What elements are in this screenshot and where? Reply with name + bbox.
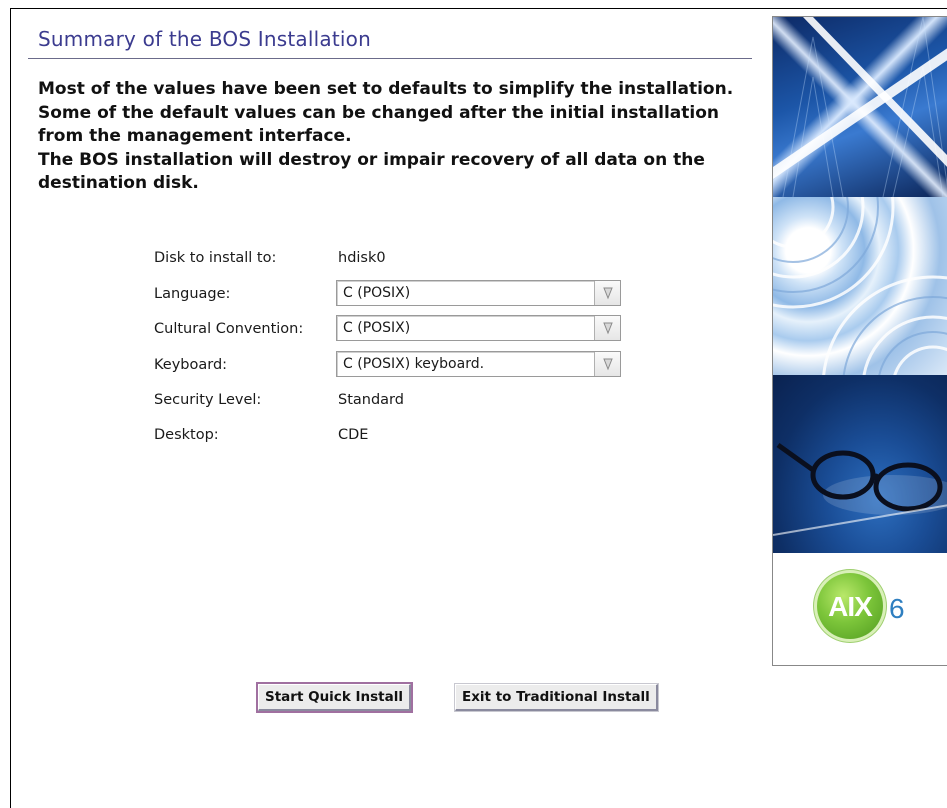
disk-value: hdisk0 [338, 250, 386, 266]
language-label: Language: [154, 286, 231, 302]
intro-text: Most of the values have been set to defa… [38, 78, 758, 196]
eyeglasses-art [773, 442, 947, 536]
exit-traditional-install-button[interactable]: Exit to Traditional Install [455, 684, 658, 711]
chevron-down-icon [603, 322, 613, 335]
skyscraper-image [773, 17, 947, 197]
keyboard-label: Keyboard: [154, 357, 228, 373]
circles-art [773, 197, 947, 375]
language-select[interactable]: C (POSIX) [336, 280, 621, 306]
chevron-down-icon [603, 287, 613, 300]
keyboard-select-value: C (POSIX) keyboard. [343, 356, 485, 372]
disk-label: Disk to install to: [154, 250, 277, 266]
cultural-convention-label: Cultural Convention: [154, 321, 304, 337]
cultural-convention-dropdown-button[interactable] [594, 316, 620, 340]
aix-version: 6 [889, 593, 905, 624]
chevron-down-icon [603, 358, 613, 371]
aix-logo-text: AIX [828, 591, 873, 622]
language-dropdown-button[interactable] [594, 281, 620, 305]
keyboard-select[interactable]: C (POSIX) keyboard. [336, 351, 621, 377]
desktop-value: CDE [338, 427, 369, 443]
cultural-convention-select-value: C (POSIX) [343, 320, 411, 336]
branding-panel: AIX 6 [772, 16, 947, 666]
language-select-value: C (POSIX) [343, 285, 411, 301]
title-divider [28, 58, 752, 59]
skyscraper-art [773, 17, 947, 197]
intro-paragraph-1: Most of the values have been set to defa… [38, 79, 734, 146]
intro-paragraph-2: The BOS installation will destroy or imp… [38, 149, 705, 194]
abstract-circles-image [773, 197, 947, 375]
security-level-value: Standard [338, 392, 404, 408]
keyboard-dropdown-button[interactable] [594, 352, 620, 376]
start-quick-install-button[interactable]: Start Quick Install [258, 684, 411, 711]
aix-logo: AIX [817, 573, 883, 639]
page-title: Summary of the BOS Installation [38, 27, 371, 51]
desktop-label: Desktop: [154, 427, 219, 443]
security-level-label: Security Level: [154, 392, 262, 408]
eyeglasses-image [773, 375, 947, 553]
aix-logo-area: AIX 6 [773, 553, 947, 665]
cultural-convention-select[interactable]: C (POSIX) [336, 315, 621, 341]
